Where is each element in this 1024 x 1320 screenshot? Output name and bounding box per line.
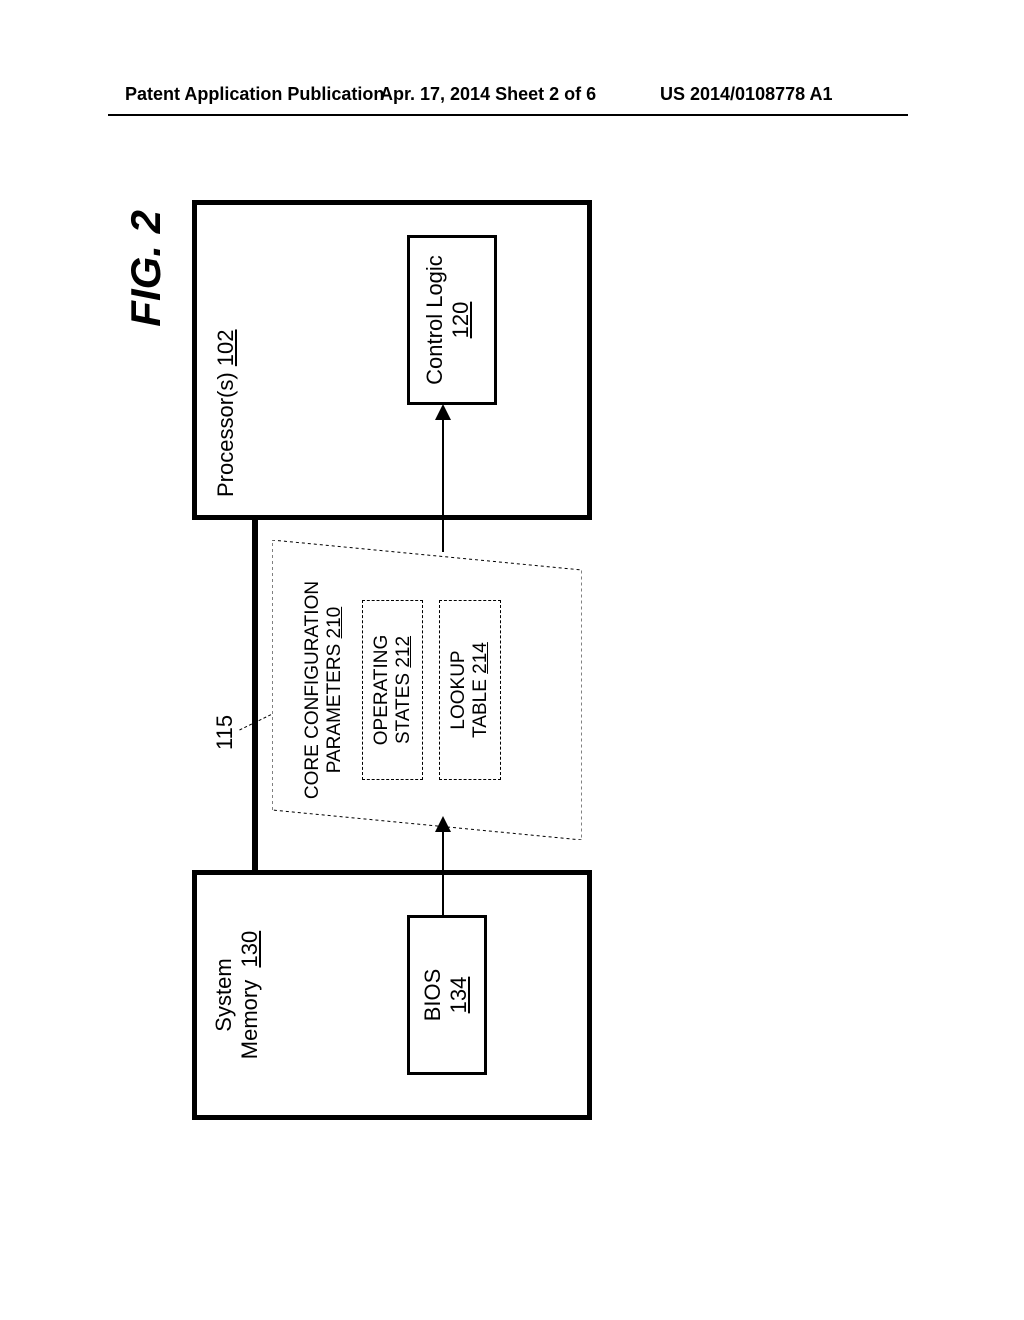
figure-area: FIG. 2 SystemMemory 130 BIOS 134 115 COR… <box>152 200 872 1120</box>
system-memory-title: SystemMemory 130 <box>211 875 263 1115</box>
parallelogram-content: CORE CONFIGURATIONPARAMETERS 210 OPERATI… <box>302 560 501 820</box>
diagram-container: FIG. 2 SystemMemory 130 BIOS 134 115 COR… <box>152 200 872 1120</box>
processor-box: Processor(s) 102 Control Logic 120 <box>192 200 592 520</box>
core-config-parallelogram: CORE CONFIGURATIONPARAMETERS 210 OPERATI… <box>272 540 582 840</box>
system-memory-num: 130 <box>237 931 262 968</box>
control-logic-num: 120 <box>448 302 473 339</box>
arrow-bios-head <box>435 816 451 832</box>
processor-num: 102 <box>213 329 238 366</box>
bios-label: BIOS <box>420 969 445 1022</box>
arrow-control-head <box>435 404 451 420</box>
lookup-table-num: 214 <box>470 642 491 674</box>
bios-num: 134 <box>446 977 471 1014</box>
control-logic-box: Control Logic 120 <box>407 235 497 405</box>
header-center: Apr. 17, 2014 Sheet 2 of 6 <box>380 84 596 105</box>
bios-box: BIOS 134 <box>407 915 487 1075</box>
system-memory-name: SystemMemory <box>211 958 262 1059</box>
processor-title: Processor(s) 102 <box>213 329 239 497</box>
lookup-table-box: LOOKUPTABLE 214 <box>439 600 501 780</box>
header-right: US 2014/0108778 A1 <box>660 84 832 105</box>
arrow-params-to-control <box>442 417 444 552</box>
figure-label: FIG. 2 <box>122 210 170 327</box>
system-memory-box: SystemMemory 130 BIOS 134 <box>192 870 592 1120</box>
control-logic-label: Control Logic <box>422 255 447 385</box>
header-left: Patent Application Publication <box>125 84 384 105</box>
operating-states-box: OPERATINGSTATES 212 <box>362 600 424 780</box>
connector-line <box>252 520 258 870</box>
ref-115-label: 115 <box>212 715 238 750</box>
processor-label: Processor(s) <box>213 372 238 497</box>
arrow-bios-to-params <box>442 830 444 915</box>
operating-states-num: 212 <box>393 636 414 668</box>
core-config-num: 210 <box>324 607 345 639</box>
header-rule <box>108 114 908 116</box>
core-config-title: CORE CONFIGURATIONPARAMETERS 210 <box>302 560 346 820</box>
